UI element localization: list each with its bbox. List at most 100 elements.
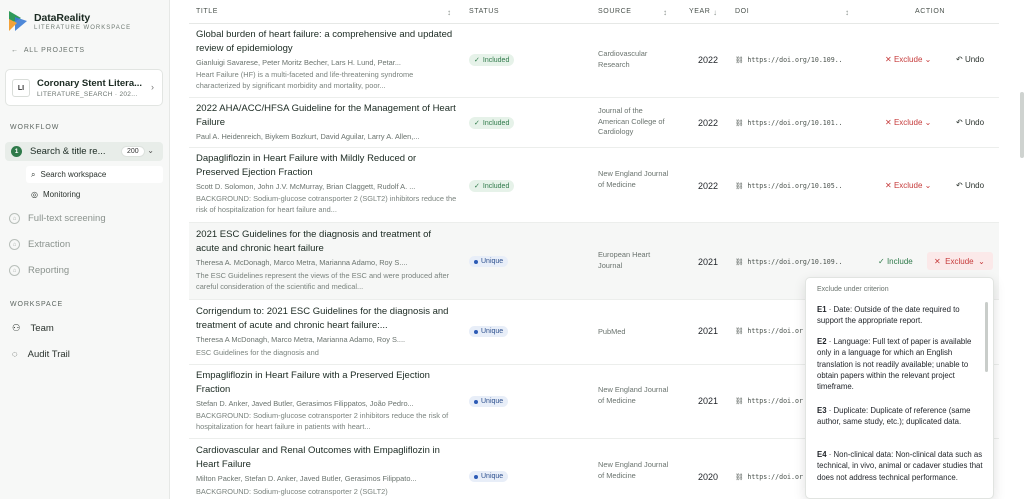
row-abstract: The ESC Guidelines represent the views o…: [196, 271, 450, 291]
audit-icon: ◌: [12, 349, 18, 360]
row-authors: Paul A. Heidenreich, Biykem Bozkurt, Dav…: [196, 132, 420, 141]
search-icon: ⌕: [31, 169, 36, 179]
status-badge: ✓ Included: [469, 54, 515, 66]
monitoring-icon: ◎: [31, 190, 38, 199]
row-source: New England Journal of Medicine: [598, 385, 669, 405]
datareality-logo-icon: [9, 11, 27, 31]
all-projects-link[interactable]: ← ALL PROJECTS: [11, 47, 85, 54]
undo-button[interactable]: ↶ Undo: [956, 118, 984, 127]
chevron-down-icon[interactable]: ⌄: [147, 146, 154, 155]
row-abstract: BACKGROUND: Sodium-glucose cotransporter…: [196, 194, 457, 214]
row-title[interactable]: Global burden of heart failure: a compre…: [196, 28, 456, 55]
doi-link[interactable]: ⛓ https://doi.org/10.109..: [735, 258, 843, 266]
col-doi[interactable]: DOI: [735, 8, 749, 15]
status-badge: Unique: [469, 396, 509, 407]
row-year: 2021: [698, 396, 719, 406]
exclude-dropdown-button[interactable]: ✕ Exclude ⌄: [927, 252, 993, 270]
row-authors: Stefan D. Anker, Javed Butler, Gerasimos…: [196, 399, 414, 408]
menu-header: Exclude under criterion: [817, 286, 889, 293]
brand[interactable]: DataReality LITERATURE WORKSPACE: [9, 11, 131, 31]
status-badge: Unique: [469, 256, 509, 267]
col-title[interactable]: TITLE: [196, 8, 218, 15]
check-icon: ✓: [474, 57, 480, 64]
row-year: 2020: [698, 472, 719, 482]
row-title[interactable]: Corrigendum to: 2021 ESC Guidelines for …: [196, 305, 456, 332]
table-row[interactable]: Dapagliflozin in Heart Failure with Mild…: [189, 148, 999, 223]
doi-link[interactable]: ⛓ https://doi.org/10.101..: [735, 119, 843, 127]
row-title[interactable]: Dapagliflozin in Heart Failure with Mild…: [196, 152, 456, 179]
row-authors: Theresa A McDonagh, Marco Metra, Mariann…: [196, 335, 406, 344]
workflow-step-reporting[interactable]: ⌂ Reporting: [9, 265, 69, 276]
row-source: PubMed: [598, 327, 626, 336]
chevron-right-icon: ›: [151, 82, 154, 92]
status-badge: ✓ Included: [469, 180, 515, 192]
row-source: New England Journal of Medicine: [598, 169, 669, 189]
menu-item-e4[interactable]: E4 · Non-clinical data: Non-clinical dat…: [817, 449, 985, 483]
row-title[interactable]: 2022 AHA/ACC/HFSA Guideline for the Mana…: [196, 102, 456, 129]
page-scrollbar[interactable]: [1020, 92, 1024, 158]
sort-desc-icon[interactable]: ↓: [713, 8, 718, 17]
row-abstract: BACKGROUND: Sodium-glucose cotransporter…: [196, 411, 449, 431]
workflow-label: WORKFLOW: [10, 124, 60, 131]
row-abstract: Heart Failure (HF) is a multi-faceted an…: [196, 70, 414, 90]
include-button[interactable]: ✓ Include: [878, 257, 913, 266]
undo-button[interactable]: ↶ Undo: [956, 181, 984, 190]
status-badge: ✓ Included: [469, 117, 515, 129]
doi-link[interactable]: ⛓ https://doi.or: [735, 397, 803, 405]
team-icon: ⚇: [12, 323, 21, 334]
lock-icon: ⌂: [9, 265, 20, 276]
workflow-step-fulltext[interactable]: ⌂ Full-text screening: [9, 213, 106, 224]
table-row[interactable]: 2022 AHA/ACC/HFSA Guideline for the Mana…: [189, 98, 999, 148]
row-source: Journal of the American College of Cardi…: [598, 106, 665, 136]
exclude-criterion-menu: Exclude under criterion E1 · Date: Outsi…: [805, 277, 994, 499]
undo-button[interactable]: ↶ Undo: [956, 55, 984, 64]
sidebar-item-monitoring[interactable]: ◎ Monitoring: [26, 186, 163, 203]
doi-link[interactable]: ⛓ https://doi.or: [735, 327, 803, 335]
brand-name: DataReality: [34, 11, 91, 24]
exclude-button[interactable]: ✕ Exclude ⌄: [885, 181, 931, 190]
workflow-step-extraction[interactable]: ⌂ Extraction: [9, 239, 70, 250]
link-icon: ⛓: [735, 56, 744, 64]
status-badge: Unique: [469, 326, 509, 337]
sidebar-item-audit-trail[interactable]: ◌ Audit Trail: [12, 349, 70, 360]
brand-subtitle: LITERATURE WORKSPACE: [34, 24, 132, 31]
menu-item-e2[interactable]: E2 · Language: Full text of paper is ava…: [817, 336, 985, 392]
sidebar-item-team[interactable]: ⚇ Team: [12, 323, 54, 334]
link-icon: ⛓: [735, 397, 744, 405]
menu-scrollbar[interactable]: [985, 302, 988, 372]
project-badge: LI: [12, 79, 30, 97]
doi-link[interactable]: ⛓ https://doi.org/10.109..: [735, 56, 843, 64]
exclude-button[interactable]: ✕ Exclude ⌄: [885, 55, 931, 64]
sidebar-item-search-workspace[interactable]: ⌕ Search workspace: [26, 166, 163, 183]
col-status[interactable]: STATUS: [469, 8, 499, 15]
row-title[interactable]: 2021 ESC Guidelines for the diagnosis an…: [196, 228, 456, 255]
step-number: 1: [11, 146, 22, 157]
exclude-button[interactable]: ✕ Exclude ⌄: [885, 118, 931, 127]
link-icon: ⛓: [735, 473, 744, 481]
menu-item-e1[interactable]: E1 · Date: Outside of the date required …: [817, 304, 985, 327]
menu-item-e3[interactable]: E3 · Duplicate: Duplicate of reference (…: [817, 405, 985, 428]
link-icon: ⛓: [735, 119, 744, 127]
workflow-step-search[interactable]: 1 Search & title re... 200 ⌄: [5, 142, 163, 161]
sort-icon[interactable]: ↕: [447, 8, 452, 17]
step-count-badge: 200: [121, 146, 145, 157]
row-source: New England Journal of Medicine: [598, 460, 669, 480]
table-row[interactable]: Global burden of heart failure: a compre…: [189, 24, 999, 98]
col-source[interactable]: SOURCE: [598, 8, 632, 15]
row-authors: Gianluigi Savarese, Peter Moritz Becher,…: [196, 58, 401, 67]
row-authors: Milton Packer, Stefan D. Anker, Javed Bu…: [196, 474, 417, 483]
link-icon: ⛓: [735, 327, 744, 335]
row-title[interactable]: Empagliflozin in Heart Failure with a Pr…: [196, 369, 456, 396]
step-label: Search & title re...: [30, 146, 106, 157]
doi-link[interactable]: ⛓ https://doi.or: [735, 473, 803, 481]
sidebar: DataReality LITERATURE WORKSPACE ← ALL P…: [0, 0, 170, 499]
doi-link[interactable]: ⛓ https://doi.org/10.105..: [735, 182, 843, 190]
col-year[interactable]: YEAR: [689, 8, 710, 15]
row-title[interactable]: Cardiovascular and Renal Outcomes with E…: [196, 444, 456, 471]
project-selector[interactable]: LI Coronary Stent Litera... LITERATURE_S…: [5, 69, 163, 106]
project-name: Coronary Stent Litera...: [37, 78, 143, 89]
sort-icon[interactable]: ↕: [663, 8, 668, 17]
row-source: Cardiovascular Research: [598, 49, 648, 69]
sort-icon[interactable]: ↕: [845, 8, 850, 17]
row-authors: Scott D. Solomon, John J.V. McMurray, Br…: [196, 182, 416, 191]
